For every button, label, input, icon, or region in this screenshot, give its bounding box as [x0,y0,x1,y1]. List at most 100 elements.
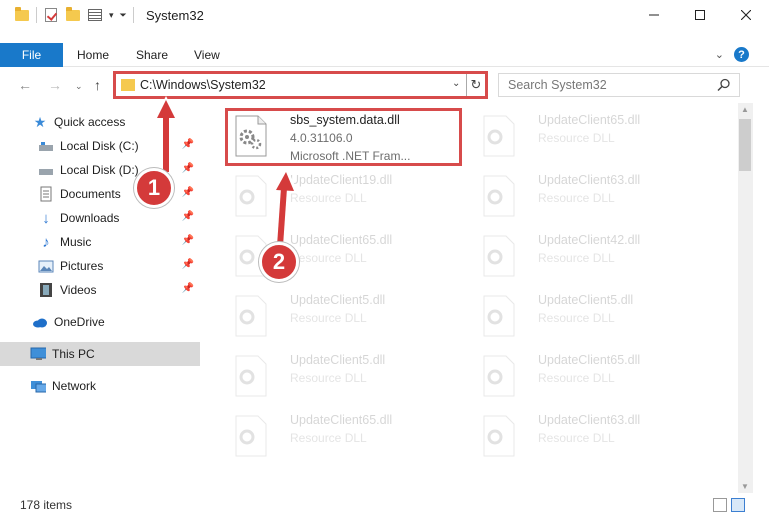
file-item[interactable]: UpdateClient63.dll Resource DLL [474,407,714,463]
sidebar-item-pictures[interactable]: Pictures 📌 [0,254,200,278]
scrollbar-thumb[interactable] [739,119,751,171]
file-item[interactable]: UpdateClient65.dll Resource DLL [226,407,466,463]
file-item[interactable]: UpdateClient63.dll Resource DLL [474,167,714,223]
file-name: UpdateClient65.dll [538,353,641,367]
file-item[interactable]: UpdateClient65.dll Resource DLL [474,347,714,403]
customize-toolbar-icon[interactable]: ⏷ [120,10,127,21]
pin-icon[interactable]: 📌 [182,259,194,270]
minimize-button[interactable] [631,0,677,30]
maximize-icon [695,10,705,20]
help-icon[interactable]: ? [734,47,749,62]
dll-file-icon [483,235,515,277]
item-count: 178 items [20,498,73,512]
toolbar-separator [36,7,37,23]
details-view-icon[interactable] [713,498,727,512]
file-item[interactable]: UpdateClient65.dll Resource DLL [474,107,714,163]
tab-view[interactable]: View [194,48,220,62]
window-title: System32 [146,8,204,23]
drive-icon [38,138,54,154]
vertical-scrollbar[interactable]: ▲ ▼ [738,103,753,493]
sidebar-item-label: Documents [60,187,121,201]
tab-file[interactable]: File [0,43,63,67]
music-icon: ♪ [42,233,50,251]
dll-file-icon [483,355,515,397]
chevron-down-icon[interactable]: ⌄ [452,78,460,89]
sidebar-item-local-disk-c[interactable]: Local Disk (C:) 📌 [0,134,200,158]
cloud-icon [32,314,48,330]
sidebar-item-this-pc[interactable]: This PC [0,342,200,366]
pin-icon[interactable]: 📌 [182,283,194,294]
search-input[interactable]: Search System32 [498,73,740,97]
ribbon: File Home Share View ⌄ ? [0,43,769,67]
toolbar-separator [132,7,134,23]
file-item[interactable]: UpdateClient5.dll Resource DLL [226,347,466,403]
dll-file-icon [235,295,267,337]
file-name: UpdateClient65.dll [290,233,393,247]
tab-home[interactable]: Home [77,48,109,62]
file-name: UpdateClient5.dll [538,293,634,307]
address-bar[interactable]: C:\Windows\System32 ⌄ ↻ [113,71,488,99]
back-arrow-icon[interactable]: ← [18,77,32,93]
sidebar-item-music[interactable]: ♪ Music 📌 [0,230,200,254]
file-name: UpdateClient63.dll [538,173,641,187]
forward-arrow-icon[interactable]: → [48,77,62,93]
address-path[interactable]: C:\Windows\System32 [140,78,266,92]
recent-locations-icon[interactable]: ⌄ [75,81,83,92]
sidebar-item-label: Local Disk (C:) [60,139,139,153]
pin-icon[interactable]: 📌 [182,187,194,198]
chevron-down-icon[interactable]: ▾ [109,10,114,21]
dll-file-icon [483,295,515,337]
sidebar-item-label: Quick access [54,115,126,129]
scroll-up-icon[interactable]: ▲ [741,105,749,114]
maximize-button[interactable] [677,0,723,30]
folder-icon [14,6,30,23]
properties-icon[interactable] [87,7,103,23]
tab-share[interactable]: Share [136,48,168,62]
up-arrow-icon[interactable]: ↑ [94,77,101,93]
file-type: Resource DLL [290,311,367,325]
quick-access-toolbar: ▾ ⏷ [14,6,134,23]
window-controls [631,0,769,30]
pin-icon[interactable]: 📌 [182,235,194,246]
search-icon[interactable] [717,78,731,92]
sidebar-item-onedrive[interactable]: OneDrive [0,310,200,334]
file-name: UpdateClient65.dll [290,413,393,427]
sidebar-item-videos[interactable]: Videos 📌 [0,278,200,302]
close-button[interactable] [723,0,769,30]
download-icon: ↓ [42,209,50,227]
pin-icon[interactable]: 📌 [182,139,194,150]
sidebar-item-label: Downloads [60,211,120,225]
address-row: ← → ⌄ ↑ C:\Windows\System32 ⌄ ↻ Search S… [0,70,769,100]
refresh-button[interactable]: ↻ [466,74,485,96]
large-icons-view-icon[interactable] [731,498,745,512]
documents-icon [38,186,54,202]
file-item[interactable]: UpdateClient5.dll Resource DLL [226,287,466,343]
file-type: Resource DLL [538,311,615,325]
pin-icon[interactable]: 📌 [182,211,194,222]
refresh-icon: ↻ [470,77,482,92]
scroll-down-icon[interactable]: ▼ [741,482,749,491]
network-icon [30,378,46,394]
sidebar-item-label: Local Disk (D:) [60,163,139,177]
sidebar-item-downloads[interactable]: ↓ Downloads 📌 [0,206,200,230]
ribbon-controls: ⌄ ? [715,47,749,62]
sidebar-item-network[interactable]: Network [0,374,200,398]
new-folder-icon[interactable] [65,6,81,23]
file-name: UpdateClient65.dll [538,113,641,127]
drive-icon [38,162,54,178]
file-name: UpdateClient5.dll [290,353,386,367]
status-bar: 178 items [0,494,769,516]
chevron-down-icon[interactable]: ⌄ [715,48,724,61]
file-item[interactable]: UpdateClient19.dll Resource DLL [226,167,466,223]
step-callout-2: 2 [259,242,299,282]
sidebar-item-label: Network [52,379,97,393]
file-item[interactable]: UpdateClient42.dll Resource DLL [474,227,714,283]
sidebar-item-quick-access[interactable]: ★ Quick access [0,110,200,134]
properties-check-icon[interactable] [43,7,59,23]
dll-file-icon [483,415,515,457]
pin-icon[interactable]: 📌 [182,163,194,174]
search-placeholder: Search System32 [508,78,607,92]
file-item[interactable]: UpdateClient5.dll Resource DLL [474,287,714,343]
sidebar-item-label: Music [60,235,92,249]
file-type: Resource DLL [538,371,615,385]
